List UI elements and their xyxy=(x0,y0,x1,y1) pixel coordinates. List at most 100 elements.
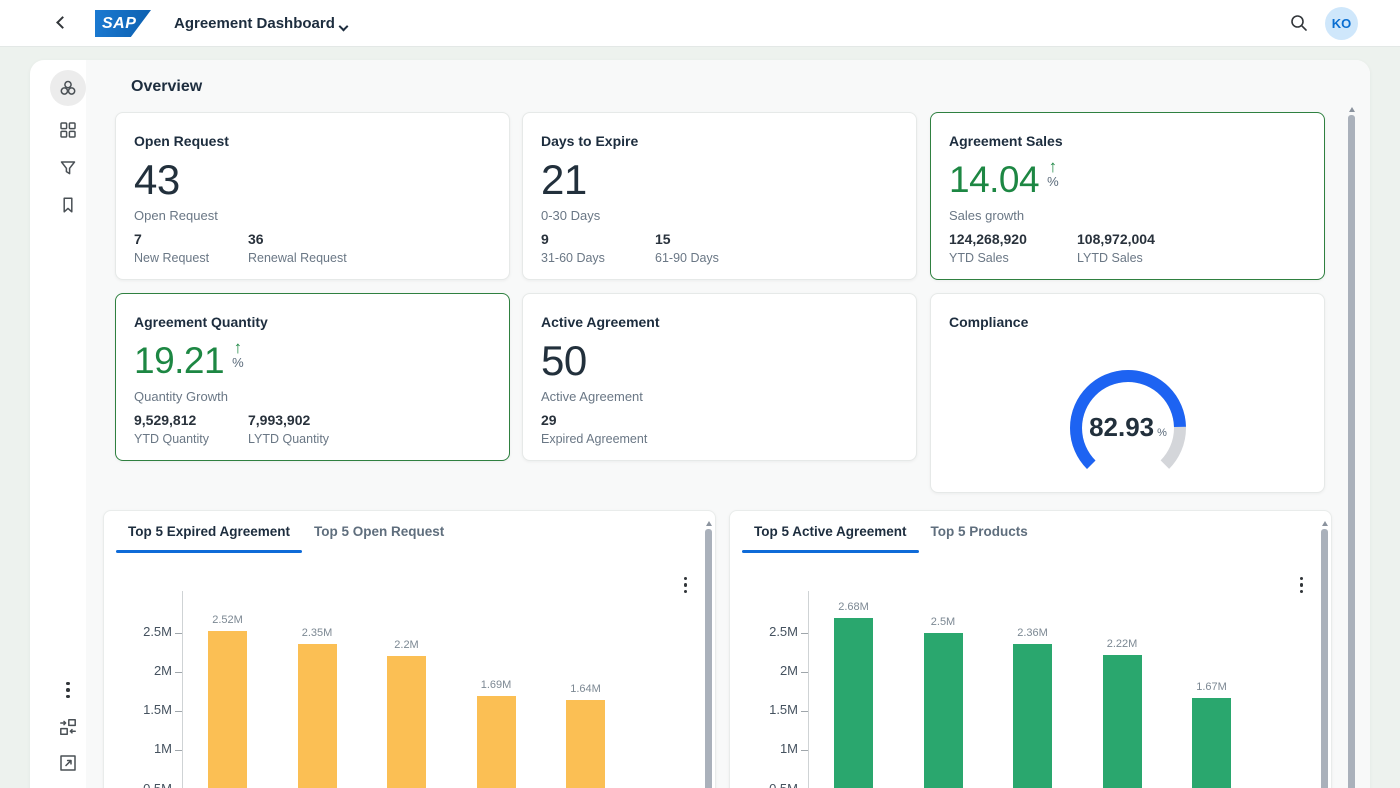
tab-top5-products[interactable]: Top 5 Products xyxy=(919,511,1040,551)
app-title[interactable]: Agreement Dashboard xyxy=(174,0,335,47)
kpi-label: Sales growth xyxy=(949,208,1024,223)
y-tick-mark xyxy=(175,672,182,673)
bar[interactable] xyxy=(387,656,426,788)
panel-scrollbar[interactable] xyxy=(705,529,712,788)
card-title: Compliance xyxy=(949,314,1028,330)
gauge-number: 82.93 xyxy=(1089,412,1154,442)
chart-tabs: Top 5 Active Agreement Top 5 Products xyxy=(742,511,1040,551)
sidebar-item-members[interactable] xyxy=(50,70,86,106)
kpi-value: 14.04 xyxy=(949,157,1039,203)
y-tick-mark xyxy=(801,711,808,712)
kpi-card-active-agreement[interactable]: Active Agreement 50 Active Agreement 29 … xyxy=(522,293,917,461)
kpi-detail: 124,268,920 YTD Sales xyxy=(949,231,1059,265)
bar[interactable] xyxy=(924,633,963,788)
sidebar-item-bookmark[interactable] xyxy=(50,187,86,223)
detail-value: 36 xyxy=(248,231,347,247)
kpi-card-agreement-sales[interactable]: Agreement Sales 14.04 ↑ % Sales growth 1… xyxy=(930,112,1325,280)
card-title: Active Agreement xyxy=(541,314,660,330)
avatar[interactable]: KO xyxy=(1325,7,1358,40)
detail-label: Expired Agreement xyxy=(541,432,647,446)
bar[interactable] xyxy=(298,644,337,788)
kpi-card-agreement-quantity[interactable]: Agreement Quantity 19.21 ↑ % Quantity Gr… xyxy=(115,293,510,461)
bar-chart: 2.5M2M1.5M1M0.5M2.68M2.5M2.36M2.22M1.67M xyxy=(746,591,1281,788)
overflow-icon xyxy=(66,682,70,699)
trend-unit: % xyxy=(1047,175,1059,189)
tab-top5-expired-agreement[interactable]: Top 5 Expired Agreement xyxy=(116,511,302,551)
sidebar-expand-button[interactable] xyxy=(50,745,86,781)
title-dropdown-button[interactable] xyxy=(336,19,346,29)
page-title: Overview xyxy=(131,78,202,96)
kpi-detail: 9 31-60 Days xyxy=(541,231,637,265)
detail-label: 31-60 Days xyxy=(541,251,637,265)
panel-scrollbar[interactable] xyxy=(1321,529,1328,788)
compliance-gauge: 82.93% xyxy=(1066,366,1190,490)
bar-value-label: 2.68M xyxy=(813,601,894,613)
swap-icon xyxy=(58,717,78,737)
sap-logo: SAP xyxy=(95,10,151,37)
kpi-card-days-to-expire[interactable]: Days to Expire 21 0-30 Days 9 31-60 Days… xyxy=(522,112,917,280)
kpi-detail: 108,972,004 LYTD Sales xyxy=(1077,231,1173,265)
kpi-label: Open Request xyxy=(134,208,218,223)
bar-value-label: 2.2M xyxy=(366,639,447,651)
y-tick-label: 0.5M xyxy=(744,781,798,788)
detail-label: 61-90 Days xyxy=(655,251,751,265)
kpi-label: Active Agreement xyxy=(541,389,643,404)
kpi-detail: 7 New Request xyxy=(134,231,230,265)
members-icon xyxy=(58,78,78,98)
detail-value: 7,993,902 xyxy=(248,412,344,428)
app-root: SAP Agreement Dashboard KO xyxy=(0,0,1400,788)
chart-panel-expired-agreement: Top 5 Expired Agreement Top 5 Open Reque… xyxy=(103,510,716,788)
bar[interactable] xyxy=(208,631,247,788)
y-tick-label: 1M xyxy=(744,741,798,756)
bar-value-label: 1.67M xyxy=(1171,681,1252,693)
bar[interactable] xyxy=(834,618,873,788)
gauge-value-text: 82.93% xyxy=(1066,412,1190,443)
sidebar-item-tiles[interactable] xyxy=(50,112,86,148)
bar[interactable] xyxy=(1013,644,1052,788)
detail-label: Renewal Request xyxy=(248,251,347,265)
kpi-detail: 15 61-90 Days xyxy=(655,231,751,265)
detail-label: YTD Sales xyxy=(949,251,1059,265)
detail-value: 9,529,812 xyxy=(134,412,230,428)
trend-indicator: ↑ % xyxy=(1047,159,1059,189)
bar-chart: 2.5M2M1.5M1M0.5M2.52M2.35M2.2M1.69M1.64M xyxy=(120,591,665,788)
bar[interactable] xyxy=(1103,655,1142,788)
panel-scroll-up-arrow[interactable] xyxy=(706,518,712,526)
grid-icon xyxy=(58,120,78,140)
y-tick-mark xyxy=(801,633,808,634)
chart-tabs: Top 5 Expired Agreement Top 5 Open Reque… xyxy=(116,511,456,551)
open-in-window-icon xyxy=(58,753,78,773)
panel-scroll-up-arrow[interactable] xyxy=(1322,518,1328,526)
chart-menu-button[interactable] xyxy=(1300,567,1304,593)
kpi-card-open-request[interactable]: Open Request 43 Open Request 7 New Reque… xyxy=(115,112,510,280)
sidebar-item-filter[interactable] xyxy=(50,150,86,186)
back-button[interactable] xyxy=(54,14,74,34)
kpi-card-compliance[interactable]: Compliance 82.93% xyxy=(930,293,1325,493)
bar[interactable] xyxy=(477,696,516,788)
chevron-down-icon xyxy=(339,22,349,32)
chart-menu-button[interactable] xyxy=(684,567,688,593)
bar[interactable] xyxy=(1192,698,1231,788)
search-icon xyxy=(1289,13,1309,33)
y-tick-mark xyxy=(801,750,808,751)
tab-top5-active-agreement[interactable]: Top 5 Active Agreement xyxy=(742,511,919,551)
sidebar-overflow-button[interactable] xyxy=(50,672,86,708)
kpi-value: 50 xyxy=(541,338,587,384)
overflow-icon xyxy=(1300,577,1304,594)
y-axis-line xyxy=(182,591,183,788)
search-button[interactable] xyxy=(1289,13,1311,35)
sidebar-swap-button[interactable] xyxy=(50,709,86,745)
kpi-value: 21 xyxy=(541,157,587,203)
bar[interactable] xyxy=(566,700,605,788)
y-tick-label: 1M xyxy=(118,741,172,756)
y-axis-line xyxy=(808,591,809,788)
main-scroll-up-arrow[interactable] xyxy=(1349,104,1355,112)
card-title: Open Request xyxy=(134,133,229,149)
card-title: Days to Expire xyxy=(541,133,638,149)
kpi-value: 19.21 xyxy=(134,338,224,384)
y-tick-label: 0.5M xyxy=(118,781,172,788)
tab-top5-open-request[interactable]: Top 5 Open Request xyxy=(302,511,456,551)
bookmark-icon xyxy=(58,195,78,215)
kpi-detail: 36 Renewal Request xyxy=(248,231,347,265)
main-scrollbar[interactable] xyxy=(1348,115,1355,788)
